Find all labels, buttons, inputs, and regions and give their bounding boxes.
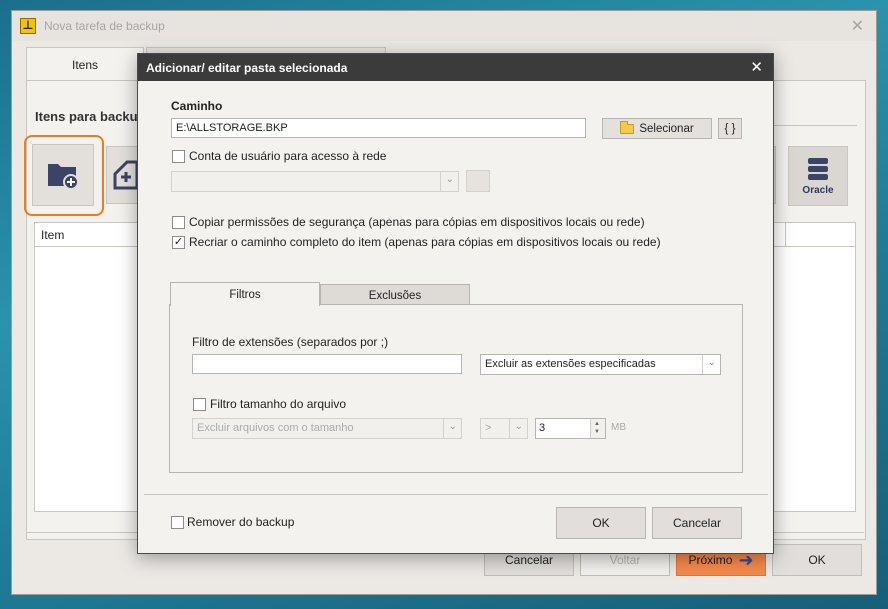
next-button-label: Próximo xyxy=(688,553,733,567)
chevron-down-icon: ⌄ xyxy=(707,357,716,368)
dialog-titlebar: Adicionar/ editar pasta selecionada ✕ xyxy=(138,54,773,81)
caminho-input[interactable]: E:\ALLSTORAGE.BKP xyxy=(171,118,586,138)
tab-filtros[interactable]: Filtros xyxy=(170,282,320,306)
select-separator xyxy=(440,172,441,191)
column-header-item[interactable]: Item xyxy=(41,228,64,242)
comparator-value: > xyxy=(485,422,492,434)
section-title: Itens para backup xyxy=(35,109,146,124)
column-separator xyxy=(785,223,786,247)
chevron-down-icon: ⌄ xyxy=(514,421,523,432)
parent-window-title: Nova tarefa de backup xyxy=(44,19,165,33)
size-unit-label: MB xyxy=(611,422,626,433)
tam-mode-select[interactable]: Excluir arquivos com o tamanho ⌄ xyxy=(192,418,462,439)
copiar-checkbox[interactable] xyxy=(172,216,185,229)
conta-edit-button[interactable] xyxy=(466,170,490,192)
comparator-select[interactable]: > ⌄ xyxy=(480,418,528,439)
ext-mode-select[interactable]: Excluir as extensões especificadas ⌄ xyxy=(480,354,721,375)
spinner-arrows[interactable]: ▲ ▼ xyxy=(590,419,605,438)
recriar-label: Recriar o caminho completo do item (apen… xyxy=(189,235,661,249)
selecionar-button[interactable]: Selecionar xyxy=(602,118,712,139)
variables-button[interactable]: { } xyxy=(718,118,742,139)
app-logo-icon: ⊥ xyxy=(20,18,36,34)
tab-itens[interactable]: Itens xyxy=(26,47,144,81)
select-separator xyxy=(509,419,510,438)
select-separator xyxy=(702,355,703,374)
tab-exclusoes[interactable]: Exclusões xyxy=(320,284,470,306)
remover-checkbox[interactable] xyxy=(171,516,184,529)
caminho-label: Caminho xyxy=(171,99,223,113)
database-icon xyxy=(808,157,828,180)
ext-mode-value: Excluir as extensões especificadas xyxy=(485,358,656,370)
chevron-down-icon: ⌄ xyxy=(448,421,457,432)
dialog-close-icon[interactable]: ✕ xyxy=(750,58,763,76)
parent-titlebar: ⊥ Nova tarefa de backup ✕ xyxy=(12,11,876,41)
filtro-tam-checkbox[interactable] xyxy=(193,398,206,411)
dialog-title: Adicionar/ editar pasta selecionada xyxy=(146,60,348,75)
filtros-panel: Filtro de extensões (separados por ;) Ex… xyxy=(169,304,743,473)
conta-label: Conta de usuário para acesso à rede xyxy=(189,149,387,163)
tam-mode-value: Excluir arquivos com o tamanho xyxy=(197,422,354,434)
filtro-tam-label: Filtro tamanho do arquivo xyxy=(210,397,347,411)
oracle-label: Oracle xyxy=(802,184,834,196)
selecionar-label: Selecionar xyxy=(639,122,694,135)
chevron-down-icon: ⌄ xyxy=(445,174,454,185)
parent-ok-button[interactable]: OK xyxy=(772,544,862,576)
copiar-label: Copiar permissões de segurança (apenas p… xyxy=(189,215,645,229)
parent-close-icon[interactable]: ✕ xyxy=(851,16,864,36)
add-edit-folder-dialog: Adicionar/ editar pasta selecionada ✕ Ca… xyxy=(137,53,774,554)
add-folder-button[interactable] xyxy=(32,144,94,206)
dialog-cancel-button[interactable]: Cancelar xyxy=(652,507,742,539)
conta-select[interactable]: ⌄ xyxy=(171,171,459,192)
oracle-button[interactable]: Oracle xyxy=(788,146,848,206)
add-folder-icon xyxy=(48,164,79,190)
size-spinner[interactable]: 3 ▲ ▼ xyxy=(535,418,606,439)
folder-icon xyxy=(620,120,635,134)
select-separator xyxy=(443,419,444,438)
filtro-ext-label: Filtro de extensões (separados por ;) xyxy=(192,335,389,349)
remover-label: Remover do backup xyxy=(187,515,295,529)
spin-down-icon[interactable]: ▼ xyxy=(594,429,600,435)
recriar-checkbox[interactable]: ✓ xyxy=(172,236,185,249)
size-value: 3 xyxy=(539,422,546,434)
filtro-ext-input[interactable] xyxy=(192,354,462,374)
dialog-footer-divider xyxy=(144,494,768,495)
conta-checkbox[interactable] xyxy=(172,150,185,163)
spin-up-icon[interactable]: ▲ xyxy=(594,421,600,427)
arrow-right-icon: ➜ xyxy=(738,550,754,570)
dialog-ok-button[interactable]: OK xyxy=(556,507,646,539)
